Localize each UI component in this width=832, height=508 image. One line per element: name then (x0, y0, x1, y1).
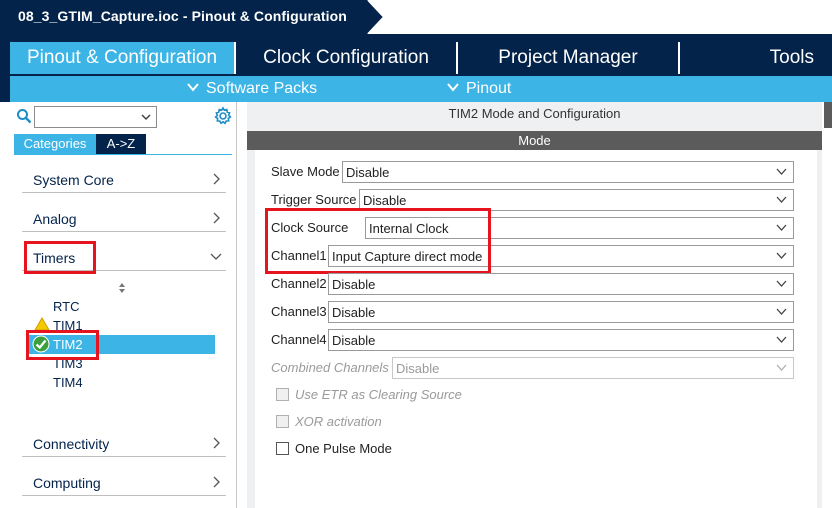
category-label: System Core (33, 172, 114, 188)
chevron-right-icon (213, 476, 220, 488)
chevron-down-icon (447, 83, 459, 92)
chevron-down-icon (776, 336, 787, 343)
channel2-value: Disable (332, 277, 376, 292)
category-computing[interactable]: Computing (22, 470, 226, 496)
trigger-source-label: Trigger Source (271, 192, 357, 207)
chevron-down-icon (776, 280, 787, 287)
categories-panel: Categories A->Z System Core Analog Timer… (10, 102, 237, 508)
slave-mode-label: Slave Mode (271, 164, 340, 179)
title-breadcrumb: 08_3_GTIM_Capture.ioc - Pinout & Configu… (0, 0, 384, 34)
combined-channels-value: Disable (396, 361, 440, 376)
search-icon[interactable] (16, 108, 32, 124)
category-analog[interactable]: Analog (22, 206, 226, 232)
tab-tools[interactable]: Tools (680, 42, 832, 74)
sub-navigation: Software Packs Pinout (10, 76, 832, 102)
channel4-select[interactable]: Disable (328, 329, 794, 351)
tab-underline (14, 154, 232, 155)
combined-channels-row: Combined Channels Disable (271, 357, 801, 379)
tab-a-to-z[interactable]: A->Z (96, 134, 146, 154)
right-edge-panel (822, 102, 832, 508)
pinout-label: Pinout (466, 80, 512, 97)
use-etr-checkbox (276, 388, 289, 401)
software-packs-menu[interactable]: Software Packs (186, 78, 317, 100)
mode-section-header: Mode (247, 131, 822, 150)
window-title: 08_3_GTIM_Capture.ioc - Pinout & Configu… (18, 8, 347, 24)
channel2-select[interactable]: Disable (328, 273, 794, 295)
chevron-down-icon (776, 252, 787, 259)
channel3-row: Channel3 Disable (271, 301, 801, 323)
one-pulse-mode-label: One Pulse Mode (295, 441, 392, 456)
xor-activation-label: XOR activation (295, 414, 382, 429)
highlight-clock-channel (265, 208, 491, 274)
gear-icon[interactable] (213, 106, 233, 126)
chevron-down-icon (141, 114, 151, 121)
category-label: Analog (33, 211, 77, 227)
channel2-label: Channel2 (271, 276, 327, 291)
combined-channels-label: Combined Channels (271, 360, 389, 375)
timer-rtc[interactable]: RTC (53, 299, 79, 314)
xor-activation-checkbox (276, 415, 289, 428)
chevron-down-icon (776, 308, 787, 315)
app-window: 08_3_GTIM_Capture.ioc - Pinout & Configu… (0, 0, 832, 508)
mode-section: Slave Mode Disable Trigger Source Disabl… (255, 150, 817, 508)
pinout-menu[interactable]: Pinout (446, 78, 511, 100)
combined-channels-select: Disable (392, 357, 794, 379)
title-bar: 08_3_GTIM_Capture.ioc - Pinout & Configu… (0, 0, 832, 34)
highlight-tim2 (26, 330, 99, 360)
warning-icon (34, 317, 50, 331)
timer-tim4[interactable]: TIM4 (53, 375, 83, 390)
mode-configuration-panel: TIM2 Mode and Configuration Mode Slave M… (247, 102, 822, 508)
category-connectivity[interactable]: Connectivity (22, 431, 226, 457)
category-label: Computing (33, 475, 101, 491)
category-label: Connectivity (33, 436, 110, 452)
channel2-row: Channel2 Disable (271, 273, 801, 295)
channel4-row: Channel4 Disable (271, 329, 801, 351)
tab-pinout-configuration[interactable]: Pinout & Configuration (10, 42, 234, 74)
use-etr-label: Use ETR as Clearing Source (295, 387, 462, 402)
chevron-down-icon (776, 168, 787, 175)
chevron-right-icon (213, 212, 220, 224)
software-packs-label: Software Packs (206, 80, 318, 97)
channel3-select[interactable]: Disable (328, 301, 794, 323)
slave-mode-select[interactable]: Disable (342, 161, 794, 183)
use-etr-row: Use ETR as Clearing Source (276, 386, 576, 404)
xor-activation-row: XOR activation (276, 413, 576, 431)
chevron-down-icon (776, 224, 787, 231)
chevron-down-icon (776, 196, 787, 203)
slave-mode-row: Slave Mode Disable (271, 161, 801, 183)
chevron-right-icon (213, 173, 220, 185)
one-pulse-mode-checkbox[interactable] (276, 442, 289, 455)
tab-categories[interactable]: Categories (14, 134, 96, 154)
channel3-label: Channel3 (271, 304, 327, 319)
trigger-source-value: Disable (363, 193, 407, 208)
tab-project-manager[interactable]: Project Manager (458, 42, 678, 74)
chevron-down-icon (776, 364, 787, 371)
sort-icon[interactable] (117, 282, 127, 294)
tab-clock-configuration[interactable]: Clock Configuration (236, 42, 456, 74)
channel4-value: Disable (332, 333, 376, 348)
highlight-timers (24, 241, 96, 274)
search-combo-input[interactable] (34, 106, 157, 128)
one-pulse-mode-row: One Pulse Mode (276, 440, 576, 458)
category-system-core[interactable]: System Core (22, 167, 226, 193)
channel4-label: Channel4 (271, 332, 327, 347)
chevron-right-icon (213, 437, 220, 449)
panel-title: TIM2 Mode and Configuration (448, 106, 621, 121)
top-navigation: Pinout & Configuration Clock Configurati… (0, 34, 832, 102)
collapsed-panel-handle[interactable] (824, 102, 832, 128)
chevron-down-icon (210, 253, 222, 260)
channel3-value: Disable (332, 305, 376, 320)
chevron-down-icon (187, 83, 199, 92)
slave-mode-value: Disable (346, 165, 390, 180)
